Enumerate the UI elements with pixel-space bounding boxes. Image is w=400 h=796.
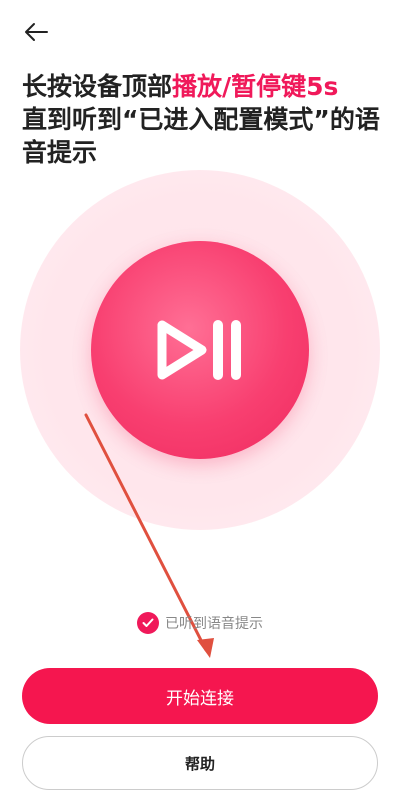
start-connection-button[interactable]: 开始连接 xyxy=(22,668,378,724)
help-button[interactable]: 帮助 xyxy=(22,736,378,790)
instruction-highlight: 播放/暂停键5s xyxy=(172,72,339,101)
illustration-button-circle xyxy=(91,241,309,459)
heard-checkbox[interactable] xyxy=(137,612,159,634)
play-pause-icon xyxy=(157,320,241,380)
check-icon xyxy=(142,618,154,627)
instruction-title: 长按设备顶部播放/暂停键5s 直到听到“已进入配置模式”的语音提示 xyxy=(22,70,382,169)
arrow-left-icon xyxy=(25,23,48,41)
back-button[interactable] xyxy=(18,14,54,50)
instruction-text-part2: 直到听到“已进入配置模式”的语音提示 xyxy=(22,105,380,167)
heard-label: 已听到语音提示 xyxy=(165,616,263,632)
instruction-text-part1: 长按设备顶部 xyxy=(22,72,173,101)
heard-prompt-row: 已听到语音提示 xyxy=(0,612,400,634)
